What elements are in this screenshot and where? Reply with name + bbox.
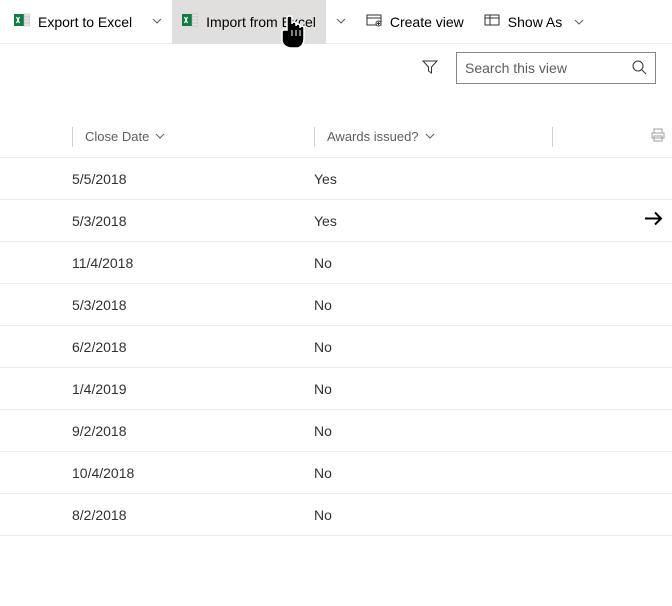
chevron-down-icon (152, 14, 162, 29)
filter-bar (0, 44, 672, 92)
print-icon[interactable] (650, 127, 666, 146)
cell-close-date: 1/4/2019 (0, 381, 310, 397)
data-grid: Close Date Awards issued? 5/5/2018Yes5/3… (0, 116, 672, 536)
column-label: Close Date (85, 129, 149, 144)
excel-icon (14, 12, 30, 31)
create-view-label: Create view (390, 14, 464, 30)
command-bar: Export to Excel Import from Excel Create… (0, 0, 672, 44)
import-excel-dropdown[interactable] (326, 0, 356, 44)
column-divider (314, 127, 315, 147)
cell-awards: No (310, 339, 550, 355)
cell-close-date: 8/2/2018 (0, 507, 310, 523)
cell-close-date: 6/2/2018 (0, 339, 310, 355)
cell-close-date: 5/5/2018 (0, 171, 310, 187)
cell-awards: No (310, 255, 550, 271)
table-row[interactable]: 1/4/2019No (0, 368, 672, 410)
create-view-button[interactable]: Create view (356, 0, 474, 44)
cell-awards: No (310, 465, 550, 481)
cell-awards: No (310, 381, 550, 397)
show-as-label: Show As (508, 14, 562, 30)
cell-awards: No (310, 297, 550, 313)
create-view-icon (366, 12, 382, 31)
cell-close-date: 9/2/2018 (0, 423, 310, 439)
column-divider (552, 127, 553, 147)
export-excel-dropdown[interactable] (142, 0, 172, 44)
search-input[interactable] (465, 60, 615, 76)
import-excel-label: Import from Excel (206, 14, 316, 30)
column-divider (72, 127, 73, 147)
table-row[interactable]: 5/5/2018Yes (0, 158, 672, 200)
cell-close-date: 10/4/2018 (0, 465, 310, 481)
table-row[interactable]: 6/2/2018No (0, 326, 672, 368)
column-header-close-date[interactable]: Close Date (0, 127, 310, 147)
cell-awards: Yes (310, 171, 550, 187)
table-row[interactable]: 8/2/2018No (0, 494, 672, 536)
column-header-awards[interactable]: Awards issued? (310, 127, 550, 147)
search-box[interactable] (456, 52, 656, 84)
chevron-down-icon (574, 14, 584, 30)
filter-icon (422, 63, 438, 78)
cell-awards: No (310, 423, 550, 439)
show-as-icon (484, 12, 500, 31)
chevron-down-icon (425, 129, 435, 144)
cell-close-date: 5/3/2018 (0, 213, 310, 229)
table-row[interactable]: 5/3/2018No (0, 284, 672, 326)
column-headers: Close Date Awards issued? (0, 116, 672, 158)
export-excel-button[interactable]: Export to Excel (4, 0, 142, 44)
show-as-button[interactable]: Show As (474, 0, 594, 44)
export-excel-label: Export to Excel (38, 14, 132, 30)
cell-awards: Yes (310, 213, 550, 229)
chevron-down-icon (336, 14, 346, 29)
cell-close-date: 5/3/2018 (0, 297, 310, 313)
table-row[interactable]: 10/4/2018No (0, 452, 672, 494)
column-label: Awards issued? (327, 129, 419, 144)
cell-close-date: 11/4/2018 (0, 255, 310, 271)
search-icon (631, 59, 647, 78)
import-excel-button[interactable]: Import from Excel (172, 0, 326, 44)
cell-awards: No (310, 507, 550, 523)
excel-icon (182, 12, 198, 31)
table-row[interactable]: 5/3/2018Yes (0, 200, 672, 242)
table-row[interactable]: 9/2/2018No (0, 410, 672, 452)
arrow-right-icon (644, 210, 664, 231)
filter-button[interactable] (416, 53, 444, 84)
chevron-down-icon (155, 129, 165, 144)
table-row[interactable]: 11/4/2018No (0, 242, 672, 284)
